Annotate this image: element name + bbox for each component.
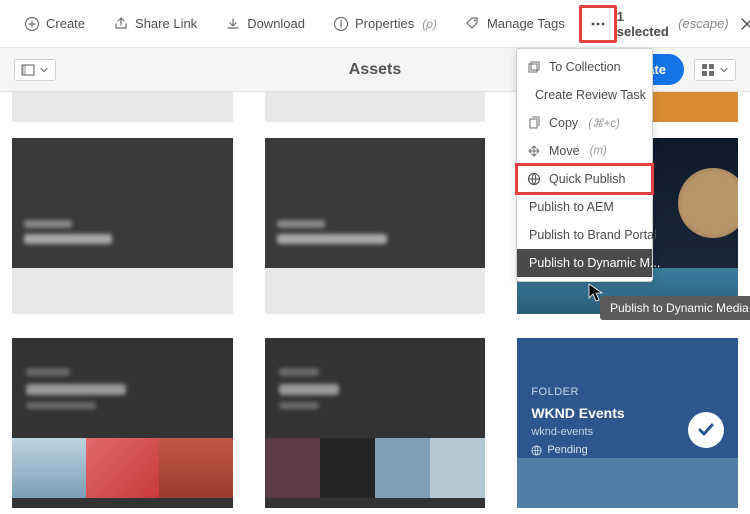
menu-label: To Collection: [549, 60, 621, 74]
rail-toggle[interactable]: [14, 59, 56, 81]
download-label: Download: [247, 16, 305, 31]
asset-folder-card-selected[interactable]: FOLDER WKND Events wknd-events Pending: [517, 338, 738, 508]
menu-move[interactable]: Move (m): [517, 137, 652, 165]
chevron-down-icon: [719, 65, 729, 75]
selection-escape-hint: (escape): [678, 16, 729, 31]
tag-icon: [465, 16, 481, 32]
deselect-button[interactable]: [735, 10, 750, 38]
asset-card[interactable]: [12, 92, 233, 122]
rail-icon: [21, 63, 35, 77]
plus-circle-icon: [24, 16, 40, 32]
tags-label: Manage Tags: [487, 16, 565, 31]
menu-copy[interactable]: Copy (⌘+c): [517, 109, 652, 137]
grid-icon: [701, 63, 715, 77]
share-link-action[interactable]: Share Link: [99, 10, 211, 38]
selection-info: 1 selected (escape): [617, 9, 750, 39]
folder-title: WKND Events: [531, 402, 624, 424]
copy-icon: [527, 116, 541, 130]
asset-folder-card[interactable]: [12, 138, 233, 314]
menu-shortcut: (m): [590, 145, 607, 157]
view-switch[interactable]: [694, 59, 736, 81]
folder-label: FOLDER: [531, 384, 624, 402]
asset-folder-card[interactable]: [12, 338, 233, 508]
menu-shortcut: (⌘+c): [588, 116, 620, 130]
share-label: Share Link: [135, 16, 197, 31]
share-icon: [113, 16, 129, 32]
more-actions-button[interactable]: [582, 8, 614, 40]
create-action[interactable]: Create: [10, 10, 99, 38]
more-actions-highlight: [579, 5, 617, 43]
asset-folder-card[interactable]: [265, 338, 486, 508]
menu-label: Quick Publish: [549, 172, 625, 186]
menu-label: Publish to AEM: [529, 200, 614, 214]
more-actions-menu: To Collection Create Review Task Copy (⌘…: [516, 48, 653, 282]
download-action[interactable]: Download: [211, 10, 319, 38]
create-label: Create: [46, 16, 85, 31]
menu-label: Publish to Brand Portal: [529, 228, 657, 242]
manage-tags-action[interactable]: Manage Tags: [451, 10, 579, 38]
menu-to-collection[interactable]: To Collection: [517, 53, 652, 81]
properties-shortcut: (p): [422, 17, 437, 31]
globe-icon: [527, 172, 541, 186]
menu-publish-brand[interactable]: Publish to Brand Portal: [517, 221, 652, 249]
collection-icon: [527, 60, 541, 74]
properties-label: Properties: [355, 16, 414, 31]
properties-action[interactable]: Properties (p): [319, 10, 451, 38]
tooltip: Publish to Dynamic Media: [600, 296, 750, 320]
menu-label: Publish to Dynamic M...: [529, 256, 660, 270]
folder-subtitle: wknd-events: [531, 424, 624, 442]
move-icon: [527, 144, 541, 158]
menu-publish-dynamic[interactable]: Publish to Dynamic M...: [517, 249, 652, 277]
selected-card-meta: FOLDER WKND Events wknd-events Pending: [531, 384, 624, 459]
asset-folder-card[interactable]: [265, 138, 486, 314]
action-bar: Create Share Link Download Properties (p…: [0, 0, 750, 48]
info-icon: [333, 16, 349, 32]
globe-icon: [531, 445, 542, 456]
menu-label: Copy: [549, 116, 578, 130]
menu-label: Move: [549, 144, 580, 158]
folder-status: Pending: [547, 442, 587, 460]
download-icon: [225, 16, 241, 32]
selected-check-icon: [688, 412, 724, 448]
selection-count: 1 selected: [617, 9, 672, 39]
menu-publish-aem[interactable]: Publish to AEM: [517, 193, 652, 221]
asset-card[interactable]: [265, 92, 486, 122]
menu-label: Create Review Task: [535, 88, 646, 102]
chevron-down-icon: [39, 65, 49, 75]
close-icon: [740, 17, 750, 31]
menu-review-task[interactable]: Create Review Task: [517, 81, 652, 109]
ellipsis-icon: [589, 15, 607, 33]
menu-quick-publish[interactable]: Quick Publish: [517, 165, 652, 193]
